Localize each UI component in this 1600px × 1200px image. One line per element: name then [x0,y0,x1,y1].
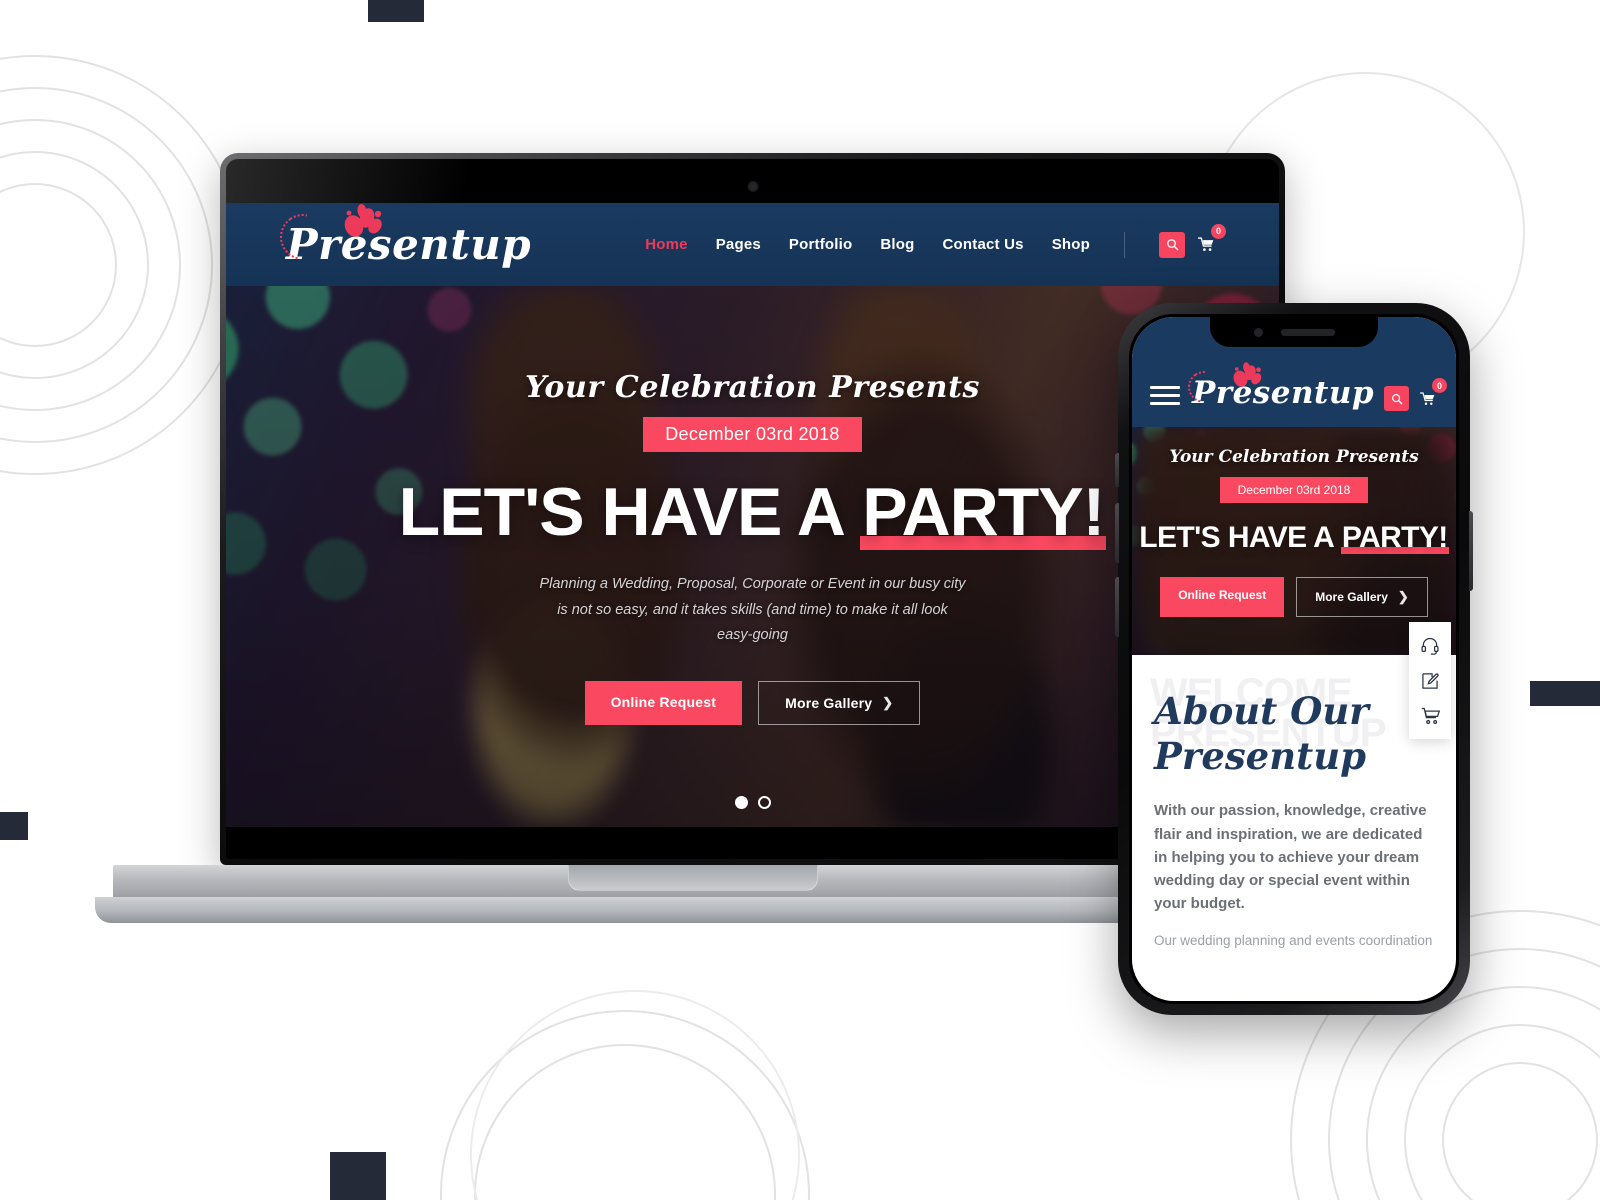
cart-widget-button[interactable] [1409,698,1451,733]
hamburger-line [1150,394,1180,397]
nav-link-portfolio[interactable]: Portfolio [789,236,852,253]
phone-screen: Presentup 0 Your Celebration Presents De… [1132,317,1456,1001]
shopping-cart-icon [1421,707,1440,724]
cart-icon [1420,391,1435,405]
about-body-paragraph: Our wedding planning and events coordina… [1154,932,1433,948]
hero-date-badge: December 03rd 2018 [643,417,862,453]
nav-link-shop[interactable]: Shop [1052,236,1090,253]
laptop-base [95,865,1290,923]
brand-logo[interactable]: Presentup [270,204,531,270]
cart-icon [1198,237,1214,251]
search-icon [1166,239,1178,251]
hero-script-heading: Your Celebration Presents [524,370,981,406]
nav-link-contact-us[interactable]: Contact Us [943,236,1024,253]
laptop-base-bottom [95,897,1290,923]
desktop-site-navbar: Presentup Home Pages Portfolio Blog Cont… [226,203,1279,286]
mobile-more-gallery-button[interactable]: More Gallery ❯ [1296,577,1428,617]
about-heading: About Our Presentup [1154,689,1434,779]
desktop-nav-actions: 0 [1159,223,1226,258]
search-button[interactable] [1159,231,1185,258]
mobile-hero-cta-group: Online Request More Gallery ❯ [1160,577,1428,617]
laptop-base-notch [567,865,818,891]
decor-square-left [0,812,28,840]
slider-dot-2[interactable] [757,796,771,809]
more-gallery-button[interactable]: More Gallery ❯ [758,680,921,725]
mobile-logo-text: Presentup [1191,375,1375,411]
mobile-nav-actions: 0 [1384,378,1447,411]
mobile-hero-title-plain: LET'S HAVE A [1139,521,1341,554]
hero-title-plain: LET'S HAVE A [398,474,861,551]
phone-mute-switch [1115,453,1119,487]
mobile-hero-content: Your Celebration Presents December 03rd … [1132,427,1456,655]
nav-divider [1124,231,1125,258]
hero-cta-group: Online Request More Gallery ❯ [584,680,921,725]
nav-link-pages[interactable]: Pages [716,236,761,253]
mobile-brand-logo[interactable]: Presentup [1181,362,1375,411]
pencil-edit-icon [1422,672,1439,689]
decor-square-top [368,0,424,22]
hero-title: LET'S HAVE A PARTY! [399,474,1107,551]
online-request-button[interactable]: Online Request [584,680,743,725]
mobile-more-gallery-label: More Gallery [1315,590,1388,604]
decor-square-right [1530,681,1600,706]
support-widget-button[interactable] [1409,628,1451,663]
hero-title-highlight: PARTY! [860,474,1107,551]
hero-slider-dots [734,796,771,809]
mobile-hero-slider: Your Celebration Presents December 03rd … [1132,427,1456,655]
laptop-mockup: Presentup Home Pages Portfolio Blog Cont… [95,153,1290,923]
webcam-icon [747,181,758,192]
desktop-nav-links: Home Pages Portfolio Blog Contact Us Sho… [645,223,1226,258]
about-lead-paragraph: With our passion, knowledge, creative fl… [1154,802,1427,913]
mobile-hero-title-highlight: PARTY! [1340,521,1449,554]
cart-button[interactable]: 0 [1193,223,1226,258]
mobile-about-section: WELCOME PRESENTUP About Our Presentup Wi… [1132,655,1456,952]
phone-notch [1210,317,1378,347]
chevron-right-icon: ❯ [1397,589,1409,604]
phone-power-button [1469,511,1473,591]
mobile-hero-script-heading: Your Celebration Presents [1169,447,1419,467]
hamburger-line [1150,386,1180,389]
mobile-cart-count-badge: 0 [1432,378,1447,393]
hamburger-menu-button[interactable] [1148,380,1182,411]
mobile-search-button[interactable] [1384,386,1409,411]
floating-action-widget [1409,622,1451,739]
nav-link-home[interactable]: Home [645,236,687,253]
cart-count-badge: 0 [1211,223,1226,239]
chevron-right-icon: ❯ [882,694,894,710]
hero-subtitle: Planning a Wedding, Proposal, Corporate … [539,576,966,644]
logo-burst-icon [344,204,382,237]
about-heading-line1: About Our [1154,689,1369,733]
mobile-cart-button[interactable]: 0 [1415,378,1447,411]
edit-widget-button[interactable] [1409,663,1451,698]
slider-dot-1[interactable] [734,796,748,809]
logo-burst-icon [1233,362,1262,387]
decor-square-bottom [330,1152,386,1200]
nav-link-blog[interactable]: Blog [880,236,914,253]
search-icon [1391,393,1402,404]
mobile-online-request-button[interactable]: Online Request [1160,577,1285,617]
hamburger-line [1150,402,1180,405]
laptop-base-top [113,865,1272,899]
phone-volume-down-button [1115,577,1119,637]
headset-support-icon [1421,637,1439,655]
mobile-hero-date-badge: December 03rd 2018 [1219,477,1369,503]
mobile-hero-title: LET'S HAVE A PARTY! [1139,521,1449,555]
about-heading-line2: Presentup [1154,734,1366,779]
earpiece-speaker-icon [1280,328,1335,336]
front-camera-icon [1253,327,1263,337]
more-gallery-label: More Gallery [785,694,873,711]
phone-volume-up-button [1115,503,1119,563]
